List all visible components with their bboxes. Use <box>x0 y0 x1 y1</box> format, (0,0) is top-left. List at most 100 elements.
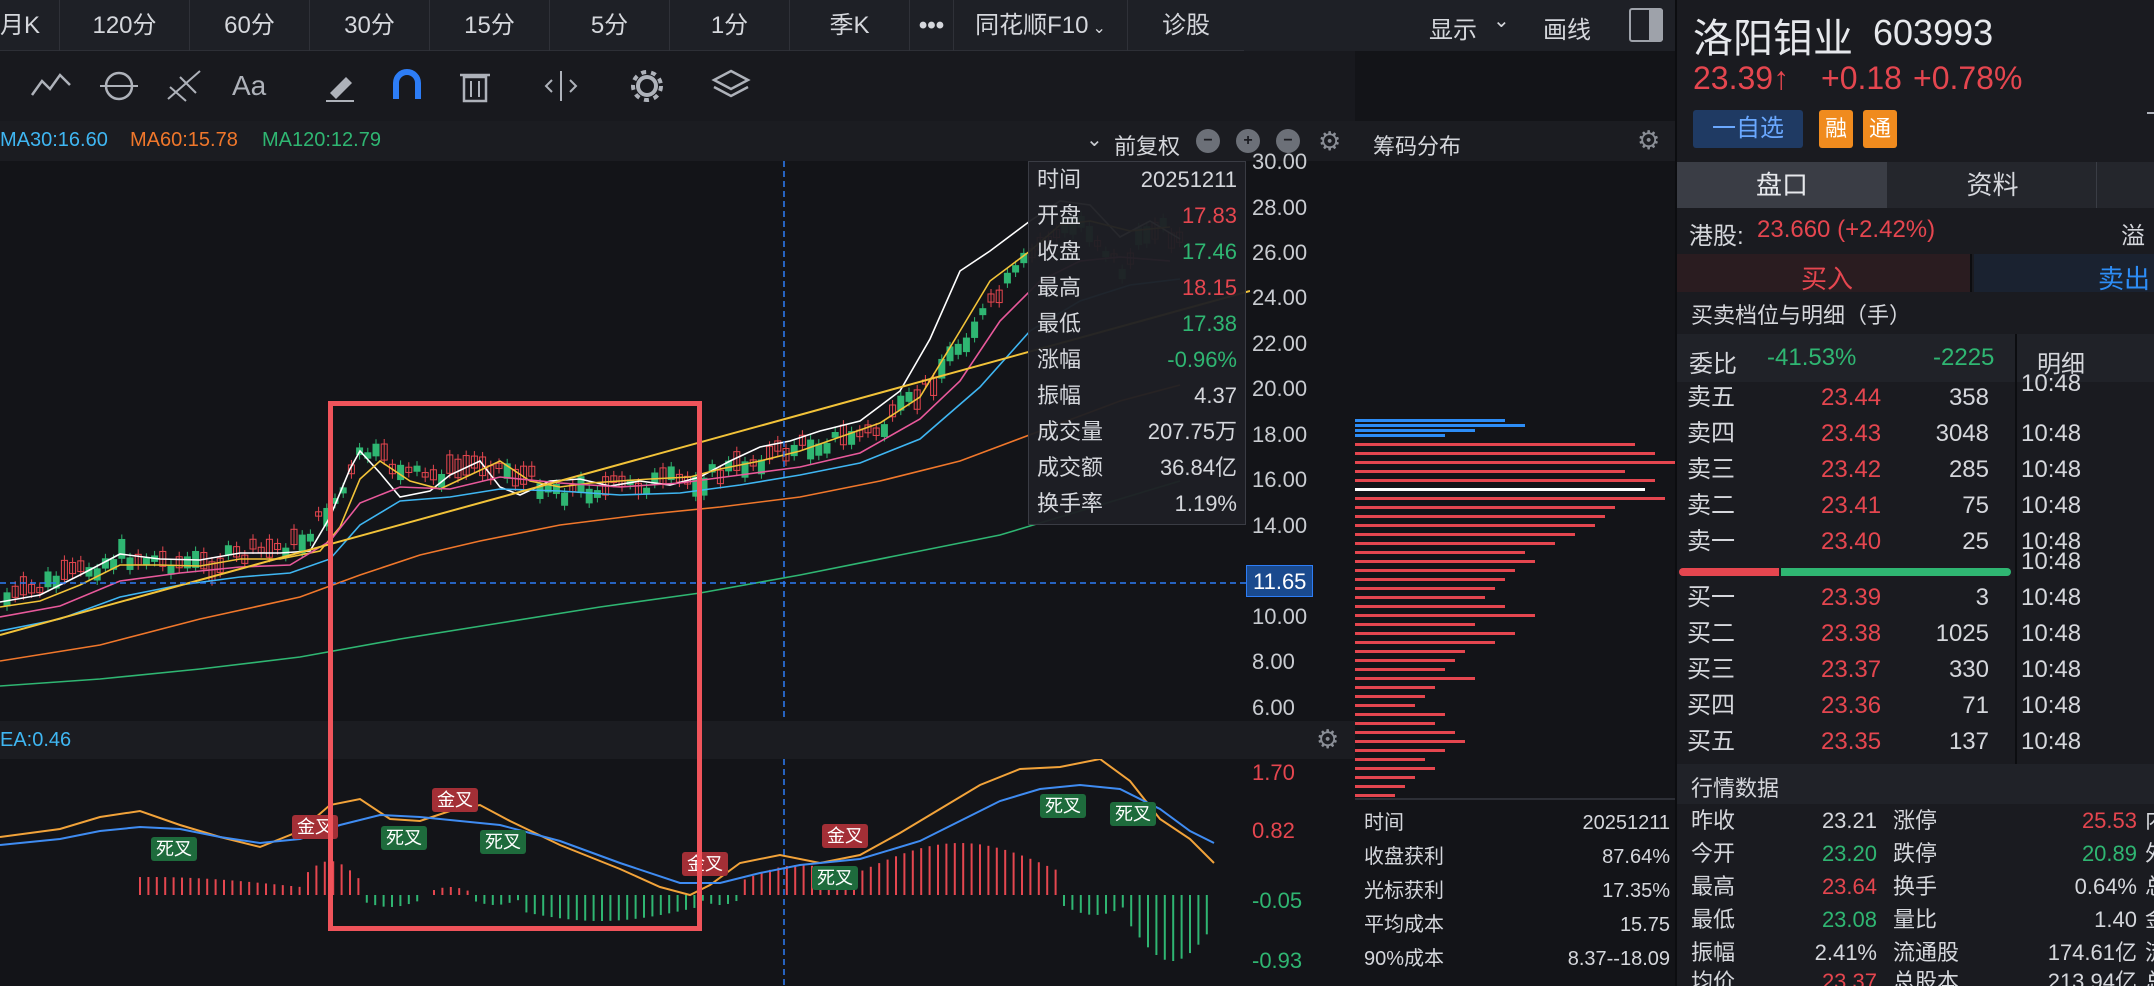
magnet-icon[interactable] <box>384 63 430 109</box>
detail-time: 10:48 <box>2021 620 2082 647</box>
bid-volume: 71 <box>1962 692 1989 719</box>
chip-info: 时间 20251211 收盘获利 87.64% 光标获利 17.35% 平均成本 15.… <box>1358 800 1674 986</box>
display-menu[interactable]: 显示 <box>1429 10 1477 45</box>
chip-bar <box>1355 731 1455 734</box>
chip-bar <box>1355 488 1645 491</box>
split-icon[interactable] <box>538 63 584 109</box>
ask-row[interactable]: 卖二 23.41 75 10:48 <box>1677 488 2154 524</box>
macd-tick: 1.70 <box>1252 760 1295 785</box>
chip-bar-profit <box>1355 429 1475 432</box>
tab-15min[interactable]: 15分 <box>430 0 550 51</box>
gear-icon[interactable]: ⚙ <box>1318 126 1341 157</box>
tab-1min[interactable]: 1分 <box>670 0 790 51</box>
price-tick: 10.00 <box>1252 604 1308 629</box>
tab-orderbook[interactable]: 盘口 <box>1677 162 1887 208</box>
bid-row[interactable]: 买四 23.36 71 10:48 <box>1677 688 2154 724</box>
market-label: 总股本 <box>1893 969 1960 986</box>
top-right-bar: 显示 ⌄ 画线 <box>1355 0 1675 51</box>
connect-badge: 通 <box>1863 110 1897 148</box>
add-watchlist-button[interactable]: 一自选 <box>1693 110 1803 148</box>
last-price: 23.39↑ <box>1693 60 1790 96</box>
chip-label: 平均成本 <box>1364 914 1444 936</box>
chip-bar <box>1355 623 1475 626</box>
zoom-out-icon[interactable]: − <box>1196 129 1220 153</box>
fib-lines-icon[interactable] <box>162 63 208 109</box>
cycle-icon[interactable] <box>96 63 142 109</box>
tab-f10[interactable]: 同花顺F10 ⌄ <box>954 0 1128 51</box>
bid-row[interactable]: 买二 23.38 1025 10:48 <box>1677 616 2154 652</box>
gear-icon[interactable]: ⚙ <box>1637 125 1660 156</box>
bid-label: 买三 <box>1687 656 1735 683</box>
chip-bar <box>1355 794 1395 797</box>
bid-row[interactable]: 买五 23.35 137 10:48 <box>1677 724 2154 760</box>
tab-profile[interactable]: 资料 <box>1889 162 2097 208</box>
chip-row: 收盘获利 87.64% <box>1364 840 1670 874</box>
price-change: +0.18 <box>1821 60 1902 96</box>
market-value: 25.53 <box>2081 808 2137 833</box>
chip-bar-profit <box>1355 434 1445 437</box>
market-value: 0.64% <box>2074 874 2137 899</box>
tooltip-value: 207.75万 <box>1147 419 1237 444</box>
chip-bar <box>1355 785 1405 788</box>
text-tool-icon[interactable]: Aa <box>232 63 278 109</box>
tooltip-value: 36.84亿 <box>1159 455 1237 480</box>
tab-diagnose[interactable]: 诊股 <box>1128 0 1244 51</box>
market-label: 涨停 <box>1893 808 1938 833</box>
panel-tabs: 盘口 资料 <box>1677 162 2154 208</box>
rights-adjust-select[interactable]: 前复权 <box>1114 129 1180 161</box>
ask-row[interactable]: 卖一 23.40 25 10:48 <box>1677 524 2154 560</box>
candle-body <box>306 533 314 542</box>
dea-label: EA:0.46 <box>0 729 72 751</box>
ask-row[interactable]: 卖四 23.43 3048 10:48 <box>1677 416 2154 452</box>
draw-line-button[interactable]: 画线 <box>1543 10 1591 45</box>
bid-label: 买二 <box>1687 620 1735 647</box>
hk-label: 港股: <box>1689 223 1744 250</box>
tab-quarter-k[interactable]: 季K <box>790 0 910 51</box>
ask-row[interactable]: 卖三 23.42 285 10:48 <box>1677 452 2154 488</box>
tooltip-label: 时间 <box>1037 167 1082 192</box>
chevron-down-icon[interactable]: ⌄ <box>1086 127 1103 152</box>
candle-body <box>971 321 979 338</box>
tab-5min[interactable]: 5分 <box>550 0 670 51</box>
settings-icon[interactable] <box>624 63 670 109</box>
trash-icon[interactable] <box>452 63 498 109</box>
tab-60min[interactable]: 60分 <box>190 0 310 51</box>
chip-value: 20251211 <box>1582 812 1671 834</box>
tab-120min[interactable]: 120分 <box>60 0 190 51</box>
gear-icon[interactable]: ⚙ <box>1316 724 1339 755</box>
buy-button[interactable]: 买入 <box>1677 254 1972 294</box>
eraser-icon[interactable] <box>316 63 362 109</box>
market-row: 最高 23.64 换手 0.64% 总 <box>1677 870 2154 903</box>
candle-body <box>831 431 839 438</box>
sell-button[interactable]: 卖出 <box>1974 254 2154 294</box>
panel-toggle-icon[interactable] <box>1629 8 1663 42</box>
tab-month-k[interactable]: 月K <box>0 0 60 51</box>
bid-label: 买四 <box>1687 692 1735 719</box>
candle-body <box>142 557 150 565</box>
market-row: 今开 23.20 跌停 20.89 外 <box>1677 837 2154 870</box>
bid-price: 23.35 <box>1821 728 1882 755</box>
candle-body <box>1012 265 1020 273</box>
bid-volume: 137 <box>1948 728 1989 755</box>
chip-bar <box>1355 596 1485 599</box>
candle-body <box>167 564 175 575</box>
tab-30min[interactable]: 30分 <box>310 0 430 51</box>
tooltip-label: 最高 <box>1037 275 1082 300</box>
more-icon[interactable]: ••• <box>910 0 954 51</box>
chip-bar <box>1355 587 1495 590</box>
ask-row[interactable]: 卖五 23.44 358 10:48 <box>1677 370 2154 416</box>
bid-price: 23.39 <box>1821 584 1882 611</box>
f10-label: 同花顺F10 <box>975 12 1089 39</box>
market-row: 最低 23.08 量比 1.40 金 <box>1677 903 2154 936</box>
polyline-icon[interactable] <box>28 63 74 109</box>
layers-icon[interactable] <box>708 63 754 109</box>
stock-name: 洛阳钼业 <box>1693 17 1853 61</box>
tooltip-label: 开盘 <box>1037 203 1082 228</box>
bid-row[interactable]: 买一 23.39 3 10:48 <box>1677 580 2154 616</box>
chevron-down-icon[interactable]: ⌄ <box>1493 8 1510 33</box>
detail-time: 10:48 <box>2021 492 2082 519</box>
price-tick: 24.00 <box>1252 285 1308 310</box>
chip-label: 光标获利 <box>1364 880 1444 902</box>
market-label: 金 <box>2145 903 2154 936</box>
bid-row[interactable]: 买三 23.37 330 10:48 <box>1677 652 2154 688</box>
